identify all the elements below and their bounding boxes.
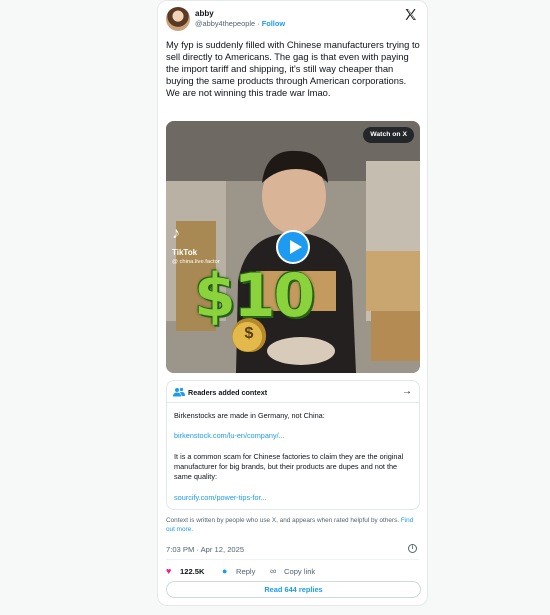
author-block: abby @abby4thepeople · Follow (195, 9, 285, 29)
x-logo-icon[interactable] (404, 8, 417, 21)
copy-link-button[interactable]: ∞ Copy link (270, 565, 315, 577)
author-handle[interactable]: @abby4thepeople (195, 19, 255, 28)
disclaimer-text: Context is written by people who use X, … (166, 517, 400, 524)
note-text-1: Birkenstocks are made in Germany, not Ch… (174, 411, 325, 420)
note-link-1[interactable]: birkenstock.com/lu-en/company/... (174, 431, 414, 441)
action-bar: ♥ 122.5K ● Reply ∞ Copy link (166, 565, 421, 577)
heart-icon: ♥ (166, 566, 172, 576)
follow-button[interactable]: Follow (262, 19, 285, 28)
reply-label: Reply (236, 567, 256, 576)
note-text-2: It is a common scam for Chinese factorie… (174, 452, 404, 481)
reply-bubble-icon: ● (222, 566, 228, 576)
video-player[interactable]: Watch on X ♪ TikTok @ china.live.factor … (166, 121, 420, 373)
avatar[interactable] (166, 7, 190, 31)
arrow-right-icon[interactable]: → (402, 386, 412, 397)
link-icon: ∞ (270, 566, 277, 576)
read-replies-button[interactable]: Read 644 replies (166, 581, 421, 598)
note-link-2[interactable]: sourcify.com/power-tips-for... (174, 493, 414, 503)
notes-title: Readers added context (188, 388, 268, 397)
reply-button[interactable]: ● Reply (222, 565, 255, 577)
tiktok-icon: ♪ (172, 225, 180, 242)
like-button[interactable]: ♥ 122.5K (166, 565, 205, 577)
info-icon[interactable]: i (408, 544, 417, 553)
community-notes: Readers added context → Birkenstocks are… (166, 380, 420, 510)
copy-link-label: Copy link (284, 567, 316, 576)
moneybag-icon: $ (232, 318, 266, 352)
divider (166, 559, 419, 560)
tweet-timestamp[interactable]: 7:03 PM · Apr 12, 2025 (166, 545, 244, 554)
tweet-text: My fyp is suddenly filled with Chinese m… (166, 39, 420, 98)
tweet-card: abby @abby4thepeople · Follow My fyp is … (157, 0, 428, 606)
moneybag-symbol: $ (244, 325, 254, 342)
like-count: 122.5K (180, 567, 205, 576)
notes-header[interactable]: Readers added context → (167, 381, 419, 403)
play-icon[interactable] (276, 230, 310, 264)
handle-row: @abby4thepeople · Follow (195, 19, 285, 29)
tiktok-label: TikTok (172, 248, 198, 257)
watch-on-x-button[interactable]: Watch on X (363, 127, 414, 143)
author-name[interactable]: abby (195, 9, 285, 19)
separator: · (257, 19, 260, 28)
tweet-header: abby @abby4thepeople · Follow (166, 7, 419, 35)
notes-disclaimer: Context is written by people who use X, … (166, 517, 421, 534)
people-icon (173, 387, 185, 397)
